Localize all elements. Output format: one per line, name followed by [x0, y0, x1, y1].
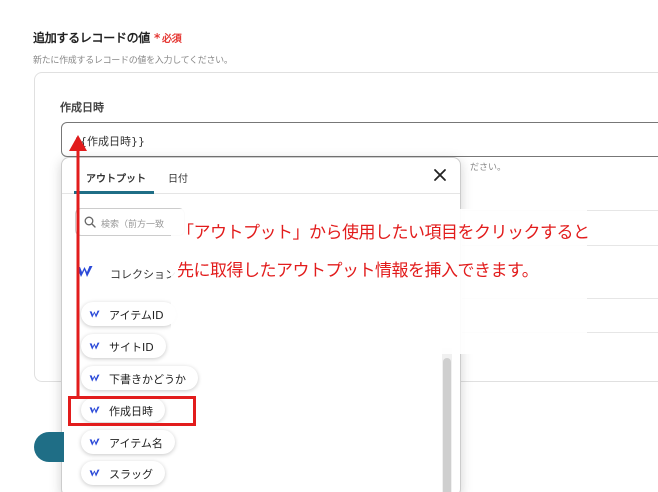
search-input[interactable]: 検索（前方一致: [75, 208, 185, 236]
primary-button-partial[interactable]: [34, 432, 64, 462]
output-item-slug[interactable]: スラッグ: [81, 461, 165, 485]
output-item-label: アイテムID: [109, 309, 164, 322]
annotation-highlight-box: [68, 396, 196, 426]
webflow-icon: [89, 438, 100, 446]
webflow-icon: [89, 310, 100, 318]
required-label: 必須: [162, 34, 182, 45]
output-item-item-name[interactable]: アイテム名: [81, 430, 175, 454]
arrow-up-icon: [69, 135, 87, 399]
created-at-input[interactable]: {{作成日時}}: [61, 122, 658, 157]
search-placeholder: 検索（前方一致: [101, 220, 165, 230]
field-label-created-at: 作成日時: [60, 101, 104, 114]
section-title-text: 追加するレコードの値: [33, 31, 151, 45]
output-item-site-id[interactable]: サイトID: [81, 334, 166, 358]
output-item-label: 下書きかどうか: [109, 373, 186, 386]
field-hint-partial: ださい。: [470, 163, 507, 173]
output-item-item-id[interactable]: アイテムID: [81, 302, 176, 326]
output-item-label: アイテム名: [109, 437, 163, 450]
annotation-callout: 「アウトプット」から使用したい項目をクリックすると 先に取得したアウトプット情報…: [171, 209, 590, 354]
section-title: 追加するレコードの値 * 必須: [33, 29, 182, 46]
output-item-label: スラッグ: [109, 468, 153, 481]
close-icon[interactable]: [432, 167, 448, 183]
output-item-label: サイトID: [109, 341, 154, 354]
webflow-icon: [89, 469, 100, 477]
output-item-is-draft[interactable]: 下書きかどうか: [81, 366, 198, 390]
picker-tabs: アウトプット 日付: [62, 158, 460, 194]
callout-line-1: 「アウトプット」から使用したい項目をクリックすると: [177, 223, 590, 243]
webflow-icon: [89, 342, 100, 350]
section-description: 新たに作成するレコードの値を入力してください。: [33, 56, 233, 66]
tab-date[interactable]: 日付: [168, 170, 188, 185]
collection-label: コレクション: [110, 268, 176, 281]
required-star: *: [154, 31, 160, 45]
scrollbar-thumb[interactable]: [443, 358, 451, 492]
tab-output[interactable]: アウトプット: [86, 170, 146, 185]
callout-line-2: 先に取得したアウトプット情報を挿入できます。: [177, 261, 539, 281]
webflow-icon: [89, 374, 100, 382]
